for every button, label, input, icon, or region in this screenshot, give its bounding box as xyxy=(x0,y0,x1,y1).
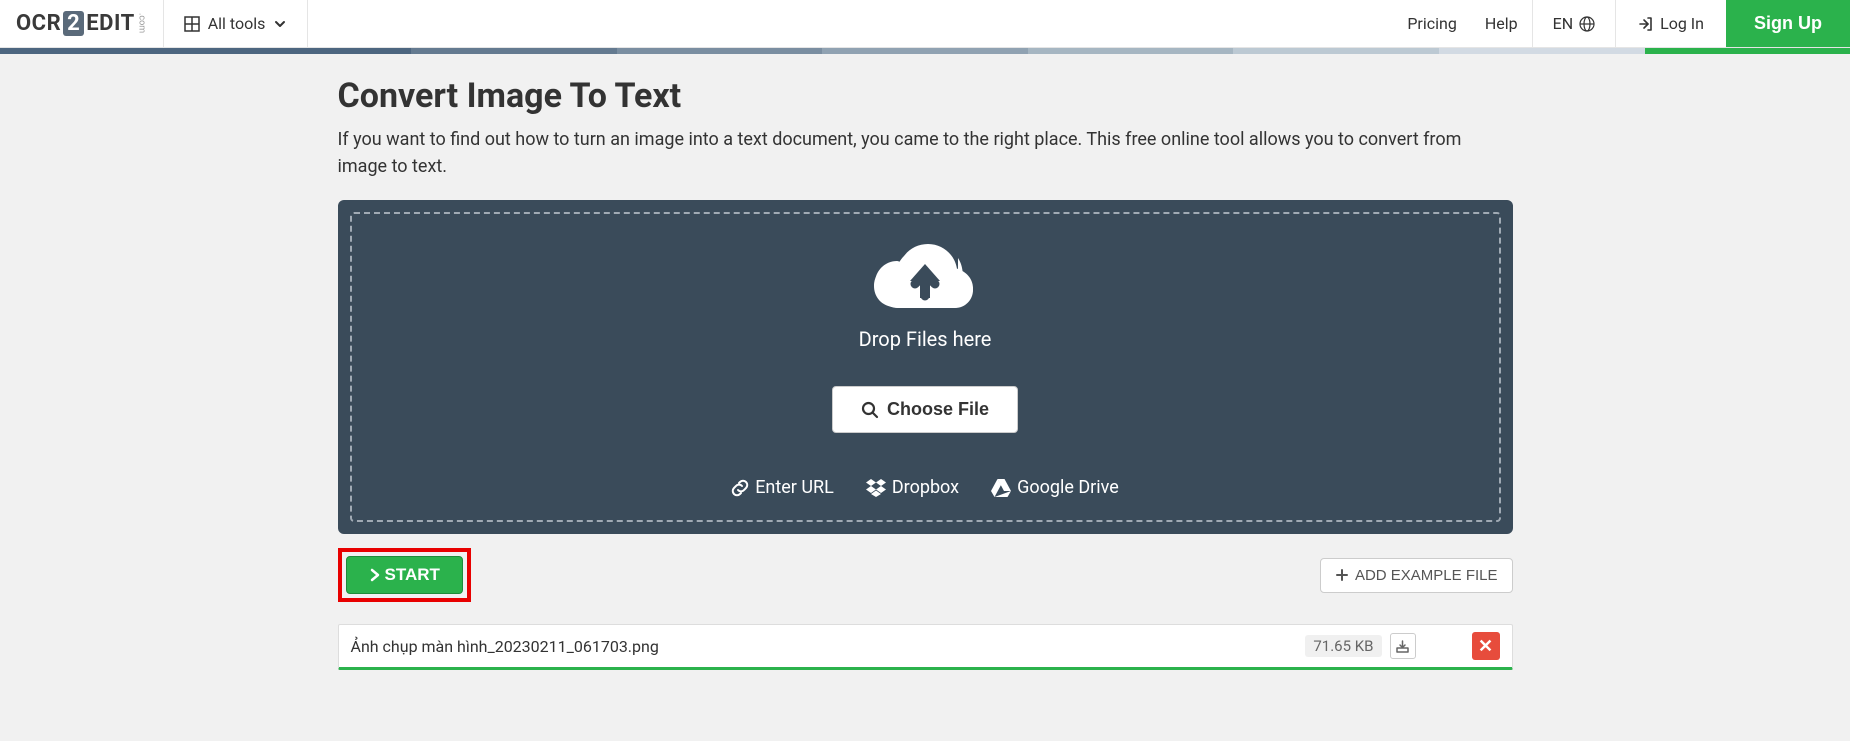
close-icon: ✕ xyxy=(1478,636,1493,657)
stripe-segment xyxy=(617,48,823,54)
dropbox-link[interactable]: Dropbox xyxy=(866,477,959,498)
language-code: EN xyxy=(1553,14,1574,33)
file-download-button[interactable] xyxy=(1390,633,1416,659)
file-name: Ảnh chụp màn hình_20230211_061703.png xyxy=(351,637,1306,656)
logo[interactable]: OCR 2 EDIT .com xyxy=(0,0,164,47)
enter-url-label: Enter URL xyxy=(755,477,834,498)
cloud-upload-icon xyxy=(870,236,980,321)
action-row: START ADD EXAMPLE FILE xyxy=(338,548,1513,602)
login-button[interactable]: Log In xyxy=(1616,0,1726,47)
dropbox-icon xyxy=(866,479,886,497)
page-description: If you want to find out how to turn an i… xyxy=(338,126,1513,180)
add-example-button[interactable]: ADD EXAMPLE FILE xyxy=(1320,558,1513,593)
download-icon xyxy=(1395,639,1410,654)
header-right: Pricing Help EN Log In Sign Up xyxy=(1393,0,1850,47)
chevron-down-icon xyxy=(273,17,287,31)
main-content: Convert Image To Text If you want to fin… xyxy=(338,54,1513,670)
search-icon xyxy=(861,401,879,419)
language-selector[interactable]: EN xyxy=(1532,0,1617,47)
start-button[interactable]: START xyxy=(346,556,463,594)
google-drive-link[interactable]: Google Drive xyxy=(991,477,1119,498)
link-icon xyxy=(731,479,749,497)
header-spacer xyxy=(308,0,1393,47)
signup-button[interactable]: Sign Up xyxy=(1726,0,1850,47)
stripe-segment xyxy=(0,48,206,54)
stripe-segment xyxy=(1233,48,1439,54)
globe-icon xyxy=(1579,16,1595,32)
color-stripe xyxy=(0,48,1850,54)
stripe-segment xyxy=(1439,48,1645,54)
start-label: START xyxy=(385,565,440,585)
dropzone[interactable]: Drop Files here Choose File Enter URL xyxy=(338,200,1513,534)
logo-sub: .com xyxy=(137,13,147,33)
google-drive-icon xyxy=(991,479,1011,497)
login-icon xyxy=(1638,16,1654,32)
add-example-label: ADD EXAMPLE FILE xyxy=(1355,567,1498,584)
pricing-label: Pricing xyxy=(1407,14,1457,33)
grid-icon xyxy=(184,16,200,32)
stripe-segment xyxy=(1028,48,1234,54)
logo-part2: 2 xyxy=(63,11,84,36)
top-nav: OCR 2 EDIT .com All tools Pricing Help E… xyxy=(0,0,1850,48)
import-row: Enter URL Dropbox Google Drive xyxy=(352,477,1499,498)
file-size: 71.65 KB xyxy=(1305,635,1381,657)
file-remove-button[interactable]: ✕ xyxy=(1472,632,1500,660)
help-link[interactable]: Help xyxy=(1471,0,1532,47)
file-row: Ảnh chụp màn hình_20230211_061703.png 71… xyxy=(338,624,1513,670)
stripe-segment xyxy=(206,48,412,54)
logo-part3: EDIT xyxy=(86,11,134,36)
plus-icon xyxy=(1335,568,1349,582)
all-tools-label: All tools xyxy=(208,14,266,33)
login-label: Log In xyxy=(1660,14,1704,33)
logo-part1: OCR xyxy=(16,11,61,36)
stripe-segment xyxy=(822,48,1028,54)
start-highlight: START xyxy=(338,548,471,602)
help-label: Help xyxy=(1485,14,1518,33)
choose-file-button[interactable]: Choose File xyxy=(832,386,1018,433)
signup-label: Sign Up xyxy=(1754,13,1822,34)
drop-text: Drop Files here xyxy=(352,327,1499,351)
dropbox-label: Dropbox xyxy=(892,477,959,498)
choose-file-label: Choose File xyxy=(887,399,989,420)
logo-text: OCR 2 EDIT xyxy=(16,11,135,36)
enter-url-link[interactable]: Enter URL xyxy=(731,477,834,498)
all-tools-dropdown[interactable]: All tools xyxy=(164,0,309,47)
dropzone-inner: Drop Files here Choose File Enter URL xyxy=(350,212,1501,522)
page-title: Convert Image To Text xyxy=(338,76,1513,116)
chevron-right-icon xyxy=(369,568,381,582)
stripe-segment xyxy=(1645,48,1850,54)
stripe-segment xyxy=(411,48,617,54)
gdrive-label: Google Drive xyxy=(1017,477,1119,498)
pricing-link[interactable]: Pricing xyxy=(1393,0,1471,47)
